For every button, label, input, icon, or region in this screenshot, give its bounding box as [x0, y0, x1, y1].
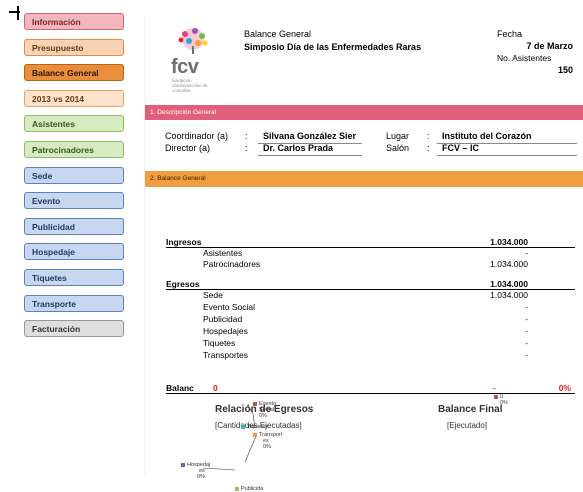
ingresos-label: Ingresos [166, 237, 202, 247]
director-colon: : [245, 143, 248, 153]
ingresos-total: 1.034.000 [490, 237, 528, 247]
egresos-row-label: Tiquetes [203, 338, 236, 348]
coordinator-value: Silvana González Sier [263, 131, 357, 141]
egresos-row-label: Sede [203, 290, 223, 300]
egresos-row-label: Evento Social [203, 302, 255, 312]
logo-subtext: fundación cardiovascular de colombia [172, 78, 208, 93]
egresos-row-label: Transportes [203, 350, 249, 360]
director-label: Director (a) [165, 143, 211, 153]
salon-colon: : [427, 143, 430, 153]
coordinator-colon: : [245, 131, 248, 141]
balance-document: fcv fundación cardiovascular de colombia… [144, 16, 583, 492]
nav-button-patrocinadores[interactable]: Patrocinadores [24, 140, 124, 158]
nav-button-transporte[interactable]: Transporte [24, 294, 124, 312]
egresos-row-value: - [525, 302, 528, 312]
sidebar-nav: Información Presupuesto Balance General 201… [24, 13, 124, 346]
balance-value-b: - [493, 383, 496, 393]
ingresos-row-label: Patrocinadores [203, 259, 261, 269]
egresos-total: 1.034.000 [490, 279, 528, 289]
lugar-label: Lugar [386, 131, 410, 141]
balance-value-a: 0 [213, 383, 218, 393]
director-value: Dr. Carlos Prada [263, 143, 334, 153]
fcv-logo: fcv fundación cardiovascular de colombia [157, 26, 229, 93]
nav-button-información[interactable]: Información [24, 13, 124, 30]
attendees-label: No. Asistentes [497, 53, 552, 63]
nav-button-2013-vs-2014[interactable]: 2013 vs 2014 [24, 89, 124, 107]
egresos-row-value: - [525, 350, 528, 360]
salon-label: Salón [386, 143, 410, 153]
coordinator-label: Coordinador (a) [165, 131, 229, 141]
egresos-row-value: - [525, 314, 528, 324]
nav-button-publicidad[interactable]: Publicidad [24, 217, 124, 235]
balance-label: Balanc [166, 383, 194, 393]
legend-evento-social: Evento Social 0% [253, 401, 276, 419]
nav-button-presupuesto[interactable]: Presupuesto [24, 38, 124, 56]
salon-value: FCV – IC [442, 143, 480, 153]
nav-button-balance-general[interactable]: Balance General [24, 64, 124, 82]
document-title: Balance General [244, 29, 312, 39]
ingresos-row-value: - [525, 248, 528, 258]
egresos-label: Egresos [166, 279, 200, 289]
legend-tiquetes: Tiquetes [241, 424, 268, 430]
nav-button-evento[interactable]: Evento [24, 192, 124, 210]
ingresos-row-label: Asistentes [203, 248, 243, 258]
nav-button-facturación[interactable]: Facturación [24, 320, 124, 338]
egresos-row-value: - [525, 338, 528, 348]
nav-button-sede[interactable]: Sede [24, 166, 124, 184]
nav-button-hospedaje[interactable]: Hospedaje [24, 243, 124, 261]
date-label: Fecha [497, 29, 523, 39]
ingresos-row-value: 1.034.000 [490, 259, 528, 269]
attendees-value: 150 [557, 65, 573, 75]
legend-transportes: Transport es 0% [253, 432, 282, 450]
date-value: 7 de Marzo [526, 41, 573, 51]
event-name: Simposio Día de las Enfermedades Raras [244, 42, 422, 52]
section-balance-header: 2. Balance General [145, 171, 583, 187]
charts-leader-lines [202, 404, 258, 471]
cursor-icon [9, 6, 20, 20]
egresos-row-label: Hospedajes [203, 326, 248, 336]
egresos-row-label: Publicidad [203, 314, 243, 324]
lugar-colon: : [427, 131, 430, 141]
legend-publicidad: Publicida [235, 486, 263, 492]
legend-final-0: 0 0% [494, 394, 508, 406]
lugar-value: Instituto del Corazón [442, 131, 532, 141]
nav-button-tiquetes[interactable]: Tiquetes [24, 268, 124, 286]
nav-button-asistentes[interactable]: Asistentes [24, 115, 124, 133]
section-descripcion-header: 1. Descripción General [145, 105, 583, 120]
legend-hospedajes: Hospedaj es 0% [181, 462, 210, 480]
logo-tree-icon [178, 28, 208, 54]
logo-text: fcv [171, 56, 199, 78]
balance-percent: 0% [558, 383, 571, 393]
egresos-row-value: 1.034.000 [490, 290, 528, 300]
egresos-row-value: - [525, 326, 528, 336]
